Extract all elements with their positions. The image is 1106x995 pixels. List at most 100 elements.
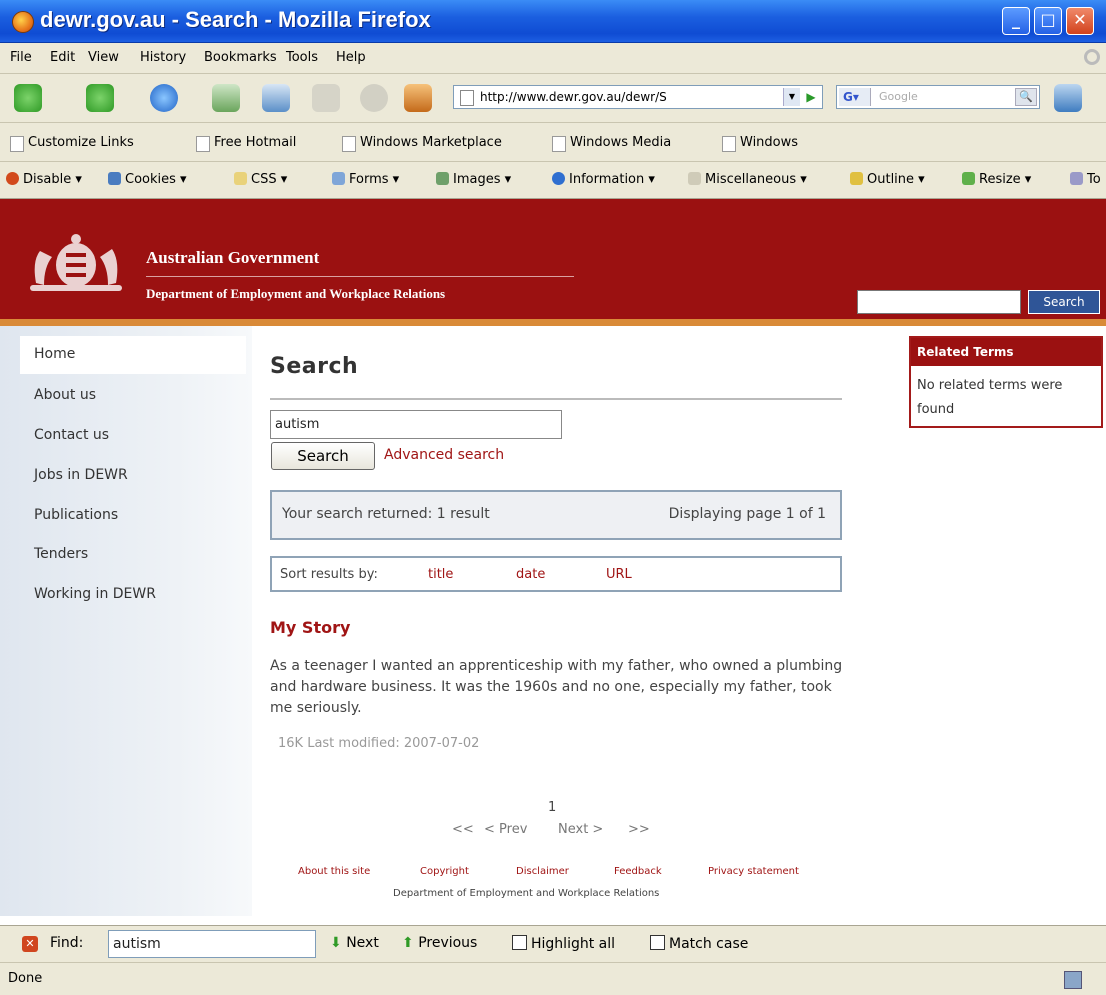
nav-jobs-in-dewr[interactable]: Jobs in DEWR [34, 467, 128, 483]
results-summary-box: Your search returned: 1 result Displayin… [270, 490, 842, 540]
nav-contact-us[interactable]: Contact us [34, 427, 109, 443]
search-engine-icon[interactable]: G▾ [839, 88, 871, 106]
related-terms-title: Related Terms [911, 338, 1101, 366]
dev-resize[interactable]: Resize ▾ [962, 172, 1031, 187]
page-icon [460, 90, 474, 106]
sort-by-date-link[interactable]: date [516, 567, 545, 582]
search-icon[interactable]: 🔍 [1015, 88, 1037, 106]
outline-icon [850, 172, 863, 185]
home-icon[interactable] [404, 84, 432, 112]
prev-page-link[interactable]: < Prev [484, 822, 527, 837]
find-next-button[interactable]: ⬇ Next [330, 935, 379, 951]
first-page-link[interactable]: << [452, 822, 474, 837]
link-windows-marketplace[interactable]: Windows Marketplace [342, 135, 502, 152]
search-button[interactable]: Search [271, 442, 375, 470]
dev-images[interactable]: Images ▾ [436, 172, 511, 187]
nav-publications[interactable]: Publications [34, 507, 118, 523]
footer-privacy-link[interactable]: Privacy statement [708, 866, 799, 877]
results-count: Your search returned: 1 result [282, 506, 490, 522]
window-title-bar: dewr.gov.au - Search - Mozilla Firefox _… [0, 0, 1106, 43]
header-divider [146, 276, 574, 277]
menu-tools[interactable]: Tools [286, 50, 318, 65]
header-search-button[interactable]: Search [1028, 290, 1100, 314]
dev-miscellaneous[interactable]: Miscellaneous ▾ [688, 172, 807, 187]
last-page-link[interactable]: >> [628, 822, 650, 837]
disable-icon [6, 172, 19, 185]
link-windows[interactable]: Windows [722, 135, 798, 152]
page-title: Search [270, 354, 359, 379]
footer-disclaimer-link[interactable]: Disclaimer [516, 866, 569, 877]
link-customize-links[interactable]: Customize Links [10, 135, 134, 152]
tools-icon [1070, 172, 1083, 185]
menu-view[interactable]: View [88, 50, 119, 65]
menu-history[interactable]: History [140, 50, 186, 65]
result-snippet: As a teenager I wanted an apprenticeship… [270, 658, 843, 716]
header-search-input[interactable] [857, 290, 1021, 314]
sort-box: Sort results by: title date URL [270, 556, 842, 592]
result-meta: 16K Last modified: 2007-07-02 [278, 736, 480, 751]
print-icon[interactable] [312, 84, 340, 112]
footer-about-link[interactable]: About this site [298, 866, 370, 877]
menu-file[interactable]: File [10, 50, 32, 65]
dev-cookies[interactable]: Cookies ▾ [108, 172, 187, 187]
dev-tools[interactable]: To [1070, 172, 1101, 187]
reload-icon[interactable] [150, 84, 178, 112]
stop-icon[interactable] [360, 84, 388, 112]
menu-edit[interactable]: Edit [50, 50, 75, 65]
navigation-toolbar: http://www.dewr.gov.au/dewr/S ▼ ▶ G▾ Goo… [0, 74, 1106, 123]
close-find-icon[interactable]: ✕ [22, 936, 38, 952]
dev-information[interactable]: Information ▾ [552, 172, 655, 187]
link-free-hotmail[interactable]: Free Hotmail [196, 135, 296, 152]
forms-icon [332, 172, 345, 185]
address-bar[interactable]: http://www.dewr.gov.au/dewr/S ▼ ▶ [453, 85, 823, 109]
advanced-search-link[interactable]: Advanced search [384, 447, 504, 463]
new-tab-icon[interactable] [212, 84, 240, 112]
find-previous-button[interactable]: ⬆ Previous [402, 935, 477, 951]
dev-outline[interactable]: Outline ▾ [850, 172, 925, 187]
result-title-link[interactable]: My Story [270, 618, 350, 637]
up-arrow-icon: ⬆ [402, 935, 414, 951]
url-dropdown-icon[interactable]: ▼ [783, 88, 800, 106]
menu-help[interactable]: Help [336, 50, 366, 65]
nav-about-us[interactable]: About us [34, 387, 96, 403]
forward-icon[interactable] [86, 84, 114, 112]
extension-icon[interactable] [1054, 84, 1082, 112]
maximize-button[interactable]: □ [1034, 7, 1062, 35]
throbber-icon [1084, 49, 1100, 65]
minimize-button[interactable]: _ [1002, 7, 1030, 35]
back-icon[interactable] [14, 84, 42, 112]
menu-bookmarks[interactable]: Bookmarks [204, 50, 277, 65]
sort-by-url-link[interactable]: URL [606, 567, 632, 582]
nav-home[interactable]: Home [34, 346, 75, 362]
web-developer-toolbar: Disable ▾ Cookies ▾ CSS ▾ Forms ▾ Images… [0, 162, 1106, 199]
sort-by-title-link[interactable]: title [428, 567, 453, 582]
links-toolbar: Customize Links Free Hotmail Windows Mar… [0, 123, 1106, 162]
footer-copyright-link[interactable]: Copyright [420, 866, 469, 877]
nav-tenders[interactable]: Tenders [34, 546, 88, 562]
link-windows-media[interactable]: Windows Media [552, 135, 671, 152]
window-title: dewr.gov.au - Search - Mozilla Firefox [40, 7, 431, 32]
status-bar: Done [0, 962, 1106, 995]
highlight-all-checkbox[interactable]: Highlight all [512, 935, 615, 952]
footer-department: Department of Employment and Workplace R… [393, 888, 660, 899]
search-box[interactable]: G▾ Google 🔍 [836, 85, 1040, 109]
close-button[interactable]: ✕ [1066, 7, 1094, 35]
images-icon [436, 172, 449, 185]
footer-feedback-link[interactable]: Feedback [614, 866, 662, 877]
status-icon [1064, 971, 1082, 989]
url-text: http://www.dewr.gov.au/dewr/S [480, 90, 667, 104]
current-page-number: 1 [548, 800, 557, 815]
related-terms-body: No related terms were found [917, 378, 1063, 417]
next-page-link[interactable]: Next > [558, 822, 603, 837]
match-case-checkbox[interactable]: Match case [650, 935, 748, 952]
dev-forms[interactable]: Forms ▾ [332, 172, 399, 187]
dev-css[interactable]: CSS ▾ [234, 172, 287, 187]
header-accent-bar [0, 319, 1106, 326]
new-window-icon[interactable] [262, 84, 290, 112]
find-input[interactable]: autism [108, 930, 316, 958]
go-icon[interactable]: ▶ [802, 88, 820, 106]
nav-working-in-dewr[interactable]: Working in DEWR [34, 586, 156, 602]
sort-label: Sort results by: [280, 567, 378, 582]
search-query-input[interactable]: autism [270, 410, 562, 439]
dev-disable[interactable]: Disable ▾ [6, 172, 82, 187]
